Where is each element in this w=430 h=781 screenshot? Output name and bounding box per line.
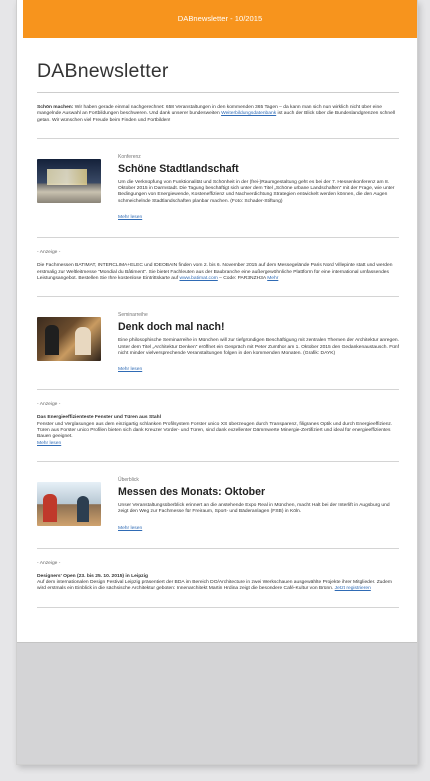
newsletter-content: DABnewsletter Schön machen: Wir haben ge… — [37, 38, 399, 608]
newsletter-header-bar: DABnewsletter - 10/2015 — [23, 0, 417, 38]
ad-block: - Anzeige - Die Fachmessen BATIMAT, INTE… — [37, 250, 399, 282]
read-more-link[interactable]: Mehr lesen — [118, 215, 142, 220]
ad-title: Das Energieeffizienteste Fenster und Tür… — [37, 415, 161, 421]
article-text: Um die Verknüpfung von Funktionalität un… — [118, 179, 395, 204]
divider — [37, 296, 399, 298]
article-title[interactable]: Denk doch mal nach! — [118, 321, 399, 333]
ad-label: - Anzeige - — [37, 402, 61, 408]
article-body: Seminarreihe Denk doch mal nach! Eine ph… — [118, 310, 399, 375]
ad-body: Die Fachmessen BATIMAT, INTERCLIMA+ELEC … — [37, 263, 399, 282]
article-thumbnail[interactable] — [37, 317, 101, 362]
article-thumbnail[interactable] — [37, 481, 101, 526]
ad-website-link[interactable]: www.batimat.com — [179, 276, 217, 281]
article-item: Seminarreihe Denk doch mal nach! Eine ph… — [37, 310, 399, 375]
intro-bold: Schön machen: — [37, 105, 74, 110]
ad-text-2: – Code: PAR3NZH3A — [217, 275, 268, 281]
divider — [37, 92, 399, 93]
header-title: DABnewsletter - 10/2015 — [177, 14, 263, 23]
ad-body: Designers' Open (23. bis 25. 10. 2015) i… — [37, 574, 399, 593]
ad-more-link[interactable]: Mehr — [267, 276, 278, 281]
article-title[interactable]: Messen des Monats: Oktober — [118, 486, 399, 498]
read-more-link[interactable]: Mehr lesen — [118, 367, 142, 372]
article-text: Eine philosophische Seminarreihe in Münc… — [118, 338, 400, 356]
article-item: Überblick Messen des Monats: Oktober Uns… — [37, 475, 399, 534]
footer-area — [17, 642, 417, 764]
ad-label: - Anzeige - — [37, 250, 61, 256]
ad-block: - Anzeige - Das Energieeffizienteste Fen… — [37, 402, 399, 447]
article-text: Unser Veranstaltungsüberblick erinnert a… — [118, 502, 390, 515]
intro-paragraph: Schön machen: Wir haben gerade einmal na… — [37, 105, 399, 124]
divider — [37, 460, 399, 462]
ad-more-link[interactable]: Mehr lesen — [37, 441, 61, 446]
divider — [37, 137, 399, 139]
article-thumbnail[interactable] — [37, 158, 101, 203]
article-title[interactable]: Schöne Stadtlandschaft — [118, 163, 399, 175]
intro-database-link[interactable]: Weiterbildungsdatenbank — [221, 111, 276, 116]
ad-register-link[interactable]: Jetzt registrieren — [335, 586, 371, 591]
ad-block: - Anzeige - Designers' Open (23. bis 25.… — [37, 561, 399, 593]
article-body: Überblick Messen des Monats: Oktober Uns… — [118, 475, 399, 534]
divider — [37, 389, 399, 391]
newsletter-frame: DABnewsletter - 10/2015 DABnewsletter Sc… — [16, 0, 418, 765]
article-item: Konferenz Schöne Stadtlandschaft Um die … — [37, 152, 399, 223]
ad-title: Designers' Open (23. bis 25. 10. 2015) i… — [37, 573, 148, 579]
ad-text: Fenster und Verglasungen aus dem einziga… — [37, 421, 393, 440]
ad-body: Das Energieeffizienteste Fenster und Tür… — [37, 415, 399, 446]
ad-label: - Anzeige - — [37, 560, 61, 566]
divider — [37, 547, 399, 549]
divider — [37, 606, 399, 608]
article-kicker: Konferenz — [118, 153, 141, 160]
newsletter-brand: DABnewsletter — [37, 60, 169, 82]
read-more-link[interactable]: Mehr lesen — [118, 526, 142, 531]
article-kicker: Seminarreihe — [118, 312, 148, 319]
article-kicker: Überblick — [118, 476, 139, 483]
article-body: Konferenz Schöne Stadtlandschaft Um die … — [118, 152, 399, 223]
divider — [37, 237, 399, 239]
